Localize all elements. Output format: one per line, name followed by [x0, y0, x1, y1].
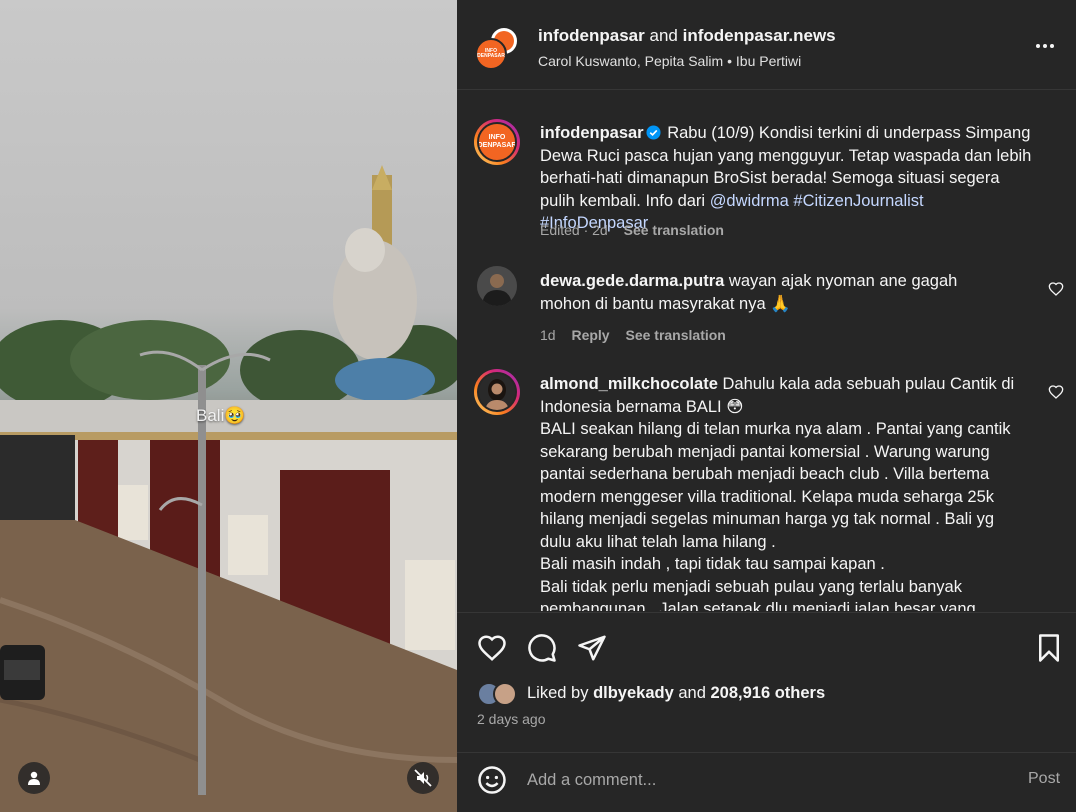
avatar-text: DENPASAR	[477, 53, 505, 59]
liker-avatar	[493, 682, 517, 706]
commenter-avatar[interactable]	[477, 266, 517, 306]
emoji-icon[interactable]	[477, 765, 507, 795]
post-timestamp[interactable]: 2 days ago	[477, 711, 546, 727]
post-authors: infodenpasar and infodenpasar.news	[538, 26, 836, 46]
comment-line: pantai sederhana berubah menjadi beach c…	[540, 465, 990, 483]
comment-line: modern menggeser villa traditional. Kela…	[540, 487, 995, 506]
comment-line: pembangunan . Jalan setapak dlu menjadi …	[540, 600, 976, 611]
liked-by-joiner: and	[678, 684, 706, 702]
speaker-muted-icon	[414, 769, 432, 787]
commenter-avatar[interactable]	[474, 369, 520, 415]
comment-time[interactable]: 1d	[540, 327, 556, 343]
liked-by-user-link[interactable]: dlbyekady	[593, 684, 674, 702]
comment-body: mohon di bantu masyrakat nya 🙏	[540, 294, 791, 313]
mute-toggle-button[interactable]	[407, 762, 439, 794]
collaborators-link[interactable]: Carol Kuswanto, Pepita Salim	[538, 53, 723, 69]
heart-icon[interactable]	[477, 633, 507, 663]
comment-like-icon[interactable]	[1048, 384, 1064, 400]
video-overlay-text: Bali🥹	[196, 406, 246, 425]
separator-dot: •	[727, 53, 732, 69]
post-actions	[457, 612, 1076, 752]
comment-username[interactable]: almond_milkchocolate	[540, 375, 718, 393]
avatar-text: DENPASAR	[477, 142, 517, 149]
post-subtitle: Carol Kuswanto, Pepita Salim • Ibu Perti…	[538, 53, 801, 69]
caption-username[interactable]: infodenpasar	[540, 124, 644, 142]
comment-line: Bali tidak perlu menjadi sebuah pulau ya…	[540, 577, 962, 596]
comment-line: hilang menjadi segelas minuman harga yg …	[540, 510, 994, 528]
likes-summary: Liked by dlbyekady and 208,916 others	[527, 684, 825, 703]
author-link-infodenpasar-news[interactable]: infodenpasar.news	[683, 26, 836, 45]
caption-avatar[interactable]: INFO DENPASAR	[474, 119, 520, 165]
mention-link[interactable]: @dwidrma	[710, 192, 789, 210]
avatar-text: INFO	[488, 134, 506, 141]
hashtag-link[interactable]: #CitizenJournalist	[793, 192, 923, 210]
post-header: INFO DENPASAR infodenpasar and infodenpa…	[457, 0, 1076, 90]
post-details-panel: INFO DENPASAR infodenpasar and infodenpa…	[457, 0, 1076, 812]
comment-like-icon[interactable]	[1048, 281, 1064, 297]
post-comment-button[interactable]: Post	[1028, 770, 1060, 788]
comment-text: almond_milkchocolate Dahulu kala ada seb…	[540, 373, 1035, 611]
comment-line: Dahulu kala ada sebuah pulau Cantik di	[722, 375, 1015, 393]
see-translation-button[interactable]: See translation	[625, 327, 725, 343]
comment-composer: Post	[457, 752, 1076, 812]
authors-joiner: and	[649, 26, 678, 45]
more-horizontal-icon	[1036, 44, 1040, 48]
likes-count-link[interactable]: 208,916 others	[711, 684, 826, 702]
caption-text: infodenpasar Rabu (10/9) Kondisi terkini…	[540, 122, 1035, 235]
comment-username[interactable]: dewa.gede.darma.putra	[540, 272, 724, 290]
comment-line: Bali masih indah , tapi tidak tau sampai…	[540, 555, 885, 573]
person-photo-icon	[477, 266, 517, 306]
comment-text: dewa.gede.darma.putra wayan ajak nyoman …	[540, 270, 1035, 315]
liked-by-avatars[interactable]	[477, 682, 521, 708]
audio-link[interactable]: Ibu Pertiwi	[736, 53, 801, 69]
verified-badge-icon	[646, 125, 661, 140]
more-options-button[interactable]	[1033, 36, 1057, 56]
person-photo-icon	[479, 374, 515, 410]
comment-line: dulu aku lihat telah lama hilang .	[540, 532, 776, 551]
see-translation-button[interactable]: See translation	[624, 222, 724, 238]
comment-input[interactable]	[527, 767, 967, 793]
comment-icon[interactable]	[527, 633, 557, 663]
comment-line: sekarang berubah menjadi pantai komersia…	[540, 442, 990, 461]
comment-line: BALI seakan hilang di telan murka nya al…	[540, 420, 1011, 438]
post-media-video[interactable]: Bali🥹	[0, 0, 457, 812]
caption-meta: Edited · 2d See translation	[540, 222, 724, 238]
bookmark-icon[interactable]	[1034, 633, 1064, 663]
author-link-infodenpasar[interactable]: infodenpasar	[538, 26, 645, 45]
avatar-infodenpasar[interactable]: INFO DENPASAR	[475, 38, 507, 70]
comment-meta: 1d Reply See translation	[540, 327, 726, 343]
reply-button[interactable]: Reply	[571, 327, 609, 343]
user-icon	[28, 771, 40, 785]
comment-body: wayan ajak nyoman ane gagah	[728, 272, 958, 290]
comments-list[interactable]: INFO DENPASAR infodenpasar Rabu (10/9) K…	[457, 91, 1076, 611]
share-icon[interactable]	[577, 633, 607, 663]
comment-line: Indonesia bernama BALI 😳	[540, 397, 744, 416]
tagged-users-button[interactable]	[18, 762, 50, 794]
edited-label: Edited · 2d	[540, 222, 608, 238]
liked-by-label: Liked by	[527, 684, 589, 702]
collab-avatars[interactable]: INFO DENPASAR	[475, 26, 519, 70]
